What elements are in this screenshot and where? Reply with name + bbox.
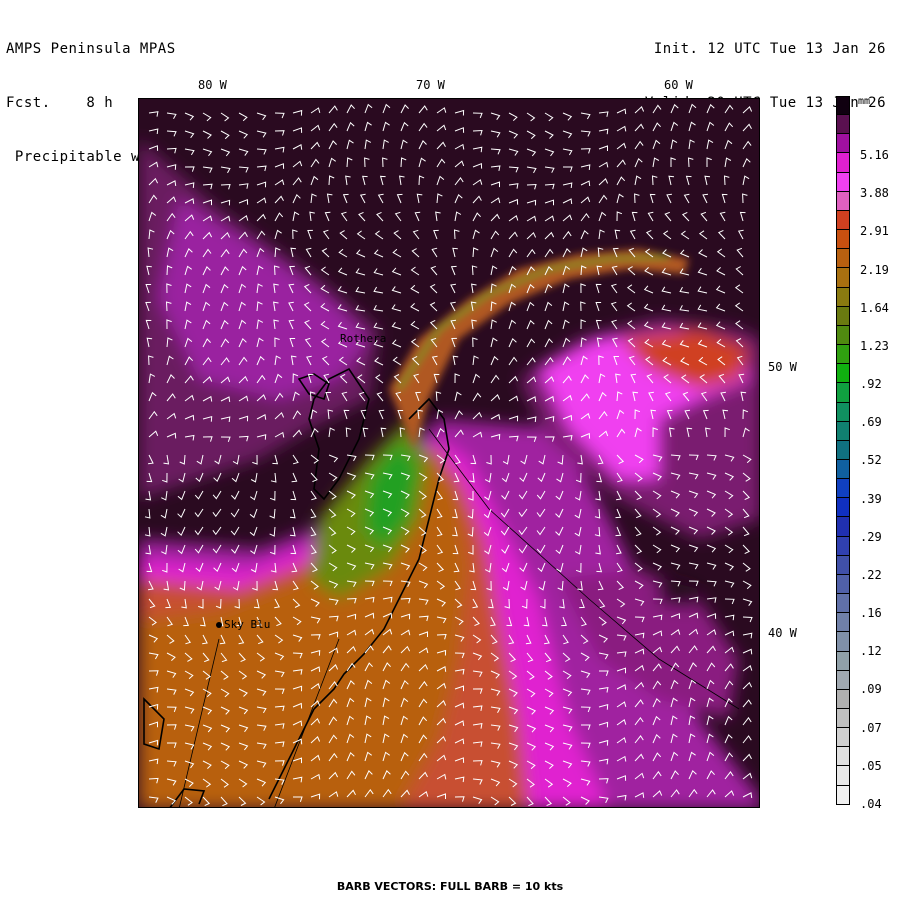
colorbar-cell [836, 402, 850, 422]
colorbar-cell [836, 364, 850, 384]
init-time: Init. 12 UTC Tue 13 Jan 26 [653, 41, 886, 57]
colorbar-level-label: .05 [860, 758, 882, 773]
colorbar-cell [836, 785, 850, 805]
colorbar-cell [836, 383, 850, 403]
colorbar-cell [836, 306, 850, 326]
colorbar-cell [836, 345, 850, 365]
colorbar-level-label: .12 [860, 644, 882, 659]
lat-label-50w: 50 W [768, 360, 797, 374]
colorbar-cell [836, 230, 850, 250]
colorbar-cell [836, 172, 850, 192]
colorbar-cell [836, 574, 850, 595]
station-rothera: Rothera [340, 332, 387, 345]
colorbar-cell [836, 96, 850, 116]
colorbar-level-label: .07 [860, 720, 882, 735]
colorbar-level-label: 2.19 [860, 262, 889, 277]
colorbar-level-label: .16 [860, 606, 882, 621]
colorbar-cell [836, 421, 850, 441]
colorbar-cell [836, 325, 850, 346]
colorbar-cell [836, 728, 850, 748]
colorbar-level-label: .92 [860, 377, 882, 392]
lon-label-70w: 70 W [416, 78, 445, 92]
colorbar-cell [836, 709, 850, 729]
colorbar-level-label: 1.23 [860, 338, 889, 353]
colorbar-cell [836, 670, 850, 690]
colorbar-level-label: .09 [860, 682, 882, 697]
colorbar-cell [836, 613, 850, 633]
colorbar-level-label: 5.16 [860, 148, 889, 162]
colorbar-level-label: 1.64 [860, 300, 889, 315]
colorbar-cell [836, 249, 850, 269]
colorbar-cell [836, 479, 850, 499]
page: AMPS Peninsula MPAS Fcst. 8 h Precipitab… [0, 0, 900, 900]
colorbar-cell [836, 191, 850, 211]
station-marker-icon [216, 622, 222, 628]
colorbar-level-label: 2.91 [860, 224, 889, 239]
colorbar-cell [836, 766, 850, 786]
lat-label-40w: 40 W [768, 626, 797, 640]
lon-label-60w: 60 W [664, 78, 693, 92]
colorbar-level-label: .04 [860, 797, 882, 811]
map-canvas [139, 99, 759, 807]
colorbar-cell [836, 153, 850, 173]
model-title: AMPS Peninsula MPAS [6, 41, 176, 57]
colorbar-cell [836, 498, 850, 518]
colorbar-cell [836, 747, 850, 767]
colorbar-cell [836, 287, 850, 307]
colorbar-level-label: .29 [860, 529, 882, 544]
colorbar-cell [836, 115, 850, 135]
colorbar [836, 96, 850, 805]
colorbar-cell [836, 517, 850, 537]
colorbar-cell [836, 440, 850, 460]
colorbar-level-label: .39 [860, 491, 882, 506]
colorbar-cell [836, 536, 850, 556]
colorbar-cell [836, 689, 850, 709]
colorbar-cell [836, 555, 850, 575]
footer-note: BARB VECTORS: FULL BARB = 10 kts [336, 880, 564, 893]
colorbar-cell [836, 632, 850, 652]
colorbar-cell [836, 134, 850, 154]
colorbar-cell [836, 459, 850, 480]
colorbar-unit: mm [858, 96, 871, 107]
lon-label-80w: 80 W [198, 78, 227, 92]
colorbar-level-label: .52 [860, 453, 882, 468]
colorbar-level-label: .69 [860, 415, 882, 430]
colorbar-cell [836, 594, 850, 614]
colorbar-cell [836, 210, 850, 231]
colorbar-cell [836, 651, 850, 671]
station-sky-blu: Sky Blu [216, 618, 270, 631]
colorbar-level-label: .22 [860, 567, 882, 582]
colorbar-level-label: 3.88 [860, 186, 889, 201]
map-panel [138, 98, 760, 808]
colorbar-cell [836, 268, 850, 288]
